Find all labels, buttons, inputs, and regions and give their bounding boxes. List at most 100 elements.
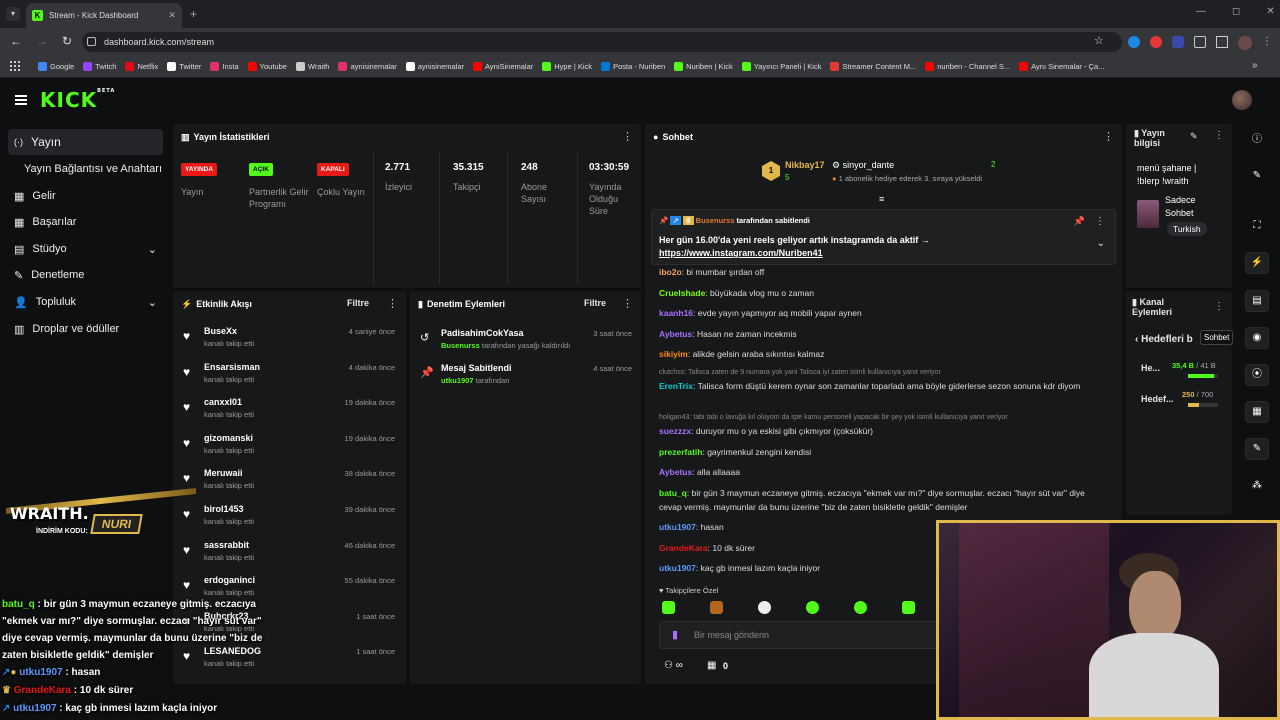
wrench-icon[interactable]: ✎ xyxy=(1245,438,1269,460)
bookmark-item[interactable]: Youtube xyxy=(247,62,287,71)
maximize-icon[interactable]: ◻ xyxy=(1232,6,1240,17)
stats-menu-icon[interactable]: ⋮ xyxy=(622,130,633,143)
activity-menu-icon[interactable]: ⋮ xyxy=(387,297,398,310)
extension-1-icon[interactable] xyxy=(1128,36,1140,48)
gifter2-name[interactable]: ⚙ sinyor_dante xyxy=(832,160,894,171)
sidebar-item-studyo[interactable]: ▤ Stüdyo ⌄ xyxy=(8,236,163,262)
unpin-icon[interactable]: 📌 xyxy=(1074,216,1085,227)
emote-5-icon[interactable] xyxy=(854,601,867,614)
browser-menu-icon[interactable]: ⋮ xyxy=(1262,36,1272,50)
pencil-icon[interactable]: ✎ xyxy=(1245,166,1269,188)
activity-event[interactable]: ♥ BuseXx kanalı takip etti 4 saniye önce xyxy=(183,326,395,360)
bookmark-item[interactable]: Twitter xyxy=(167,62,201,71)
activity-event[interactable]: ♥ birol1453 kanalı takip etti 39 dakika önc… xyxy=(183,504,395,538)
apps-grid-icon[interactable] xyxy=(10,61,20,71)
chat-username[interactable]: utku1907 xyxy=(659,522,696,532)
kick-logo[interactable]: KICKBETA xyxy=(40,88,115,112)
modlog-filter-button[interactable]: Filtre xyxy=(584,298,606,308)
reload-icon[interactable]: ↻ xyxy=(62,34,72,48)
bookmark-star-icon[interactable]: ☆ xyxy=(1094,34,1104,47)
bookmarks-overflow-icon[interactable]: » xyxy=(1252,60,1258,71)
bookmark-item[interactable]: Google xyxy=(38,62,74,71)
lightning-icon[interactable]: ⚡ xyxy=(1245,252,1269,274)
emote-2-icon[interactable] xyxy=(710,601,723,614)
chat-username[interactable]: utku1907 xyxy=(659,563,696,573)
hamburger-menu-icon[interactable] xyxy=(15,95,27,105)
bookmark-item[interactable]: Posta - Nuriben xyxy=(601,62,665,71)
goals-header[interactable]: ‹ Hedefleri b xyxy=(1135,334,1193,345)
chat-message[interactable]: ibo2o: bi mumbar şırdan off xyxy=(659,265,1099,279)
bookmark-item[interactable]: Streamer Content M... xyxy=(830,62,916,71)
pinned-expand-icon[interactable]: ⌄ xyxy=(1097,238,1105,249)
chat-username[interactable]: Aybetus xyxy=(659,329,692,339)
chat-message[interactable]: kaanh16: evde yayın yapmıyor aq mobili y… xyxy=(659,306,1099,320)
chat-message[interactable]: prezerfatih: gayrimenkul zengini kendisi xyxy=(659,445,1099,459)
top-gifter-name[interactable]: Nikbay17 xyxy=(785,160,825,170)
chat-message[interactable]: Cruelshade: büyükada vlog mu o zaman xyxy=(659,286,1099,300)
bookmark-item[interactable]: Hype | Kick xyxy=(542,62,592,71)
chat-username[interactable]: ibo2o xyxy=(659,267,682,277)
chat-username[interactable]: prezerfatih xyxy=(659,447,702,457)
chat-menu-icon[interactable]: ⋮ xyxy=(1103,130,1114,143)
browser-tab[interactable]: K Stream - Kick Dashboard ✕ xyxy=(26,3,182,28)
chat-icon[interactable]: ◉ xyxy=(1245,327,1269,349)
chat-message[interactable]: Aybetus: Hasan ne zaman incekmis xyxy=(659,327,1099,341)
chat-username[interactable]: Cruelshade xyxy=(659,288,705,298)
sidebar-item-stream-key[interactable]: Yayın Bağlantısı ve Anahtarı xyxy=(8,156,163,182)
bookmark-item[interactable]: Wraith xyxy=(295,62,329,71)
extension-2-icon[interactable] xyxy=(1150,36,1162,48)
chat-username[interactable]: GrandeKara xyxy=(659,543,708,553)
fullscreen-icon[interactable]: ⛶ xyxy=(1245,216,1269,238)
chat-message[interactable]: ErenTrix: Talisca form düştü kerem oynar… xyxy=(659,379,1099,393)
chat-scroll-icon[interactable]: ≡ xyxy=(879,194,884,204)
bookmark-item[interactable]: Yayıncı Paneli | Kick xyxy=(741,62,821,71)
sidebar-item-topluluk[interactable]: 👤 Topluluk ⌄ xyxy=(8,289,163,315)
storage-icon[interactable]: ▦ xyxy=(1245,401,1269,423)
tab-search-button[interactable]: ▾ xyxy=(6,7,20,21)
sidebar-item-denetleme[interactable]: ✎ Denetleme xyxy=(8,262,163,288)
broadcast-icon[interactable]: ⦿ xyxy=(1245,364,1269,386)
info-icon[interactable]: ⓘ xyxy=(1245,130,1269,152)
chat-message[interactable]: sikiyim: alikde gelsin araba sıkıntısı k… xyxy=(659,347,1099,361)
site-info-icon[interactable] xyxy=(87,37,96,46)
minimize-icon[interactable]: — xyxy=(1196,6,1206,17)
edit-icon[interactable]: ✎ xyxy=(1190,131,1198,142)
user-avatar[interactable] xyxy=(1232,90,1252,110)
activity-event[interactable]: ♥ gizomanski kanalı takip etti 19 dakika ön… xyxy=(183,433,395,467)
bookmark-item[interactable]: nuriben - Channel S... xyxy=(925,62,1010,71)
emote-6-icon[interactable] xyxy=(902,601,915,614)
chat-username[interactable]: Aybetus xyxy=(659,467,692,477)
bookmark-item[interactable]: aynisinemalar xyxy=(338,62,397,71)
new-tab-button[interactable]: + xyxy=(190,7,197,21)
chat-message[interactable]: Aybetus: alla allaaaa xyxy=(659,465,1099,479)
url-bar[interactable]: dashboard.kick.com/stream xyxy=(82,32,1122,52)
chat-username[interactable]: batu_q xyxy=(659,488,687,498)
infinity-icon[interactable]: ⚇ ∞ xyxy=(664,660,683,671)
activity-event[interactable]: ♥ canxxl01 kanalı takip etti 19 dakika önce xyxy=(183,397,395,431)
chat-username[interactable]: suezzzx xyxy=(659,426,691,436)
back-icon[interactable]: ← xyxy=(10,34,22,48)
sidebar-item-droplar[interactable]: ▥ Droplar ve ödüller xyxy=(8,316,163,342)
actions-menu-icon[interactable]: ⋮ xyxy=(1214,301,1224,312)
chat-username[interactable]: sikiyim xyxy=(659,349,688,359)
bookmark-item[interactable]: Insta xyxy=(210,62,239,71)
chat-message[interactable]: suezzzx: duruyor mu o ya eskisi gibi çık… xyxy=(659,424,1099,438)
forward-icon[interactable]: → xyxy=(36,34,48,48)
bookmark-item[interactable]: AyniSinemalar xyxy=(473,62,533,71)
profile-avatar[interactable] xyxy=(1238,36,1252,50)
bookmark-item[interactable]: Twitch xyxy=(83,62,116,71)
emote-4-icon[interactable] xyxy=(806,601,819,614)
close-window-icon[interactable]: ✕ xyxy=(1266,6,1274,17)
close-tab-icon[interactable]: ✕ xyxy=(168,10,176,21)
extension-3-icon[interactable] xyxy=(1172,36,1184,48)
chat-username[interactable]: ErenTrix xyxy=(659,381,693,391)
activity-event[interactable]: ♥ sassrabbit kanalı takip etti 46 dakika ön… xyxy=(183,540,395,574)
document-icon[interactable]: ▤ xyxy=(1245,290,1269,312)
chat-message[interactable]: batu_q: bir gün 3 maymun eczaneye gitmiş… xyxy=(659,486,1099,514)
sidebar-item-yayin[interactable]: (·) Yayın xyxy=(8,129,163,155)
sidebar-item-basarilar[interactable]: ▦ Başarılar xyxy=(8,209,163,235)
extensions-puzzle-icon[interactable] xyxy=(1194,36,1206,48)
sidebar-item-gelir[interactable]: ▦ Gelir xyxy=(8,183,163,209)
emote-1-icon[interactable] xyxy=(662,601,675,614)
sidepanel-icon[interactable] xyxy=(1216,36,1228,48)
